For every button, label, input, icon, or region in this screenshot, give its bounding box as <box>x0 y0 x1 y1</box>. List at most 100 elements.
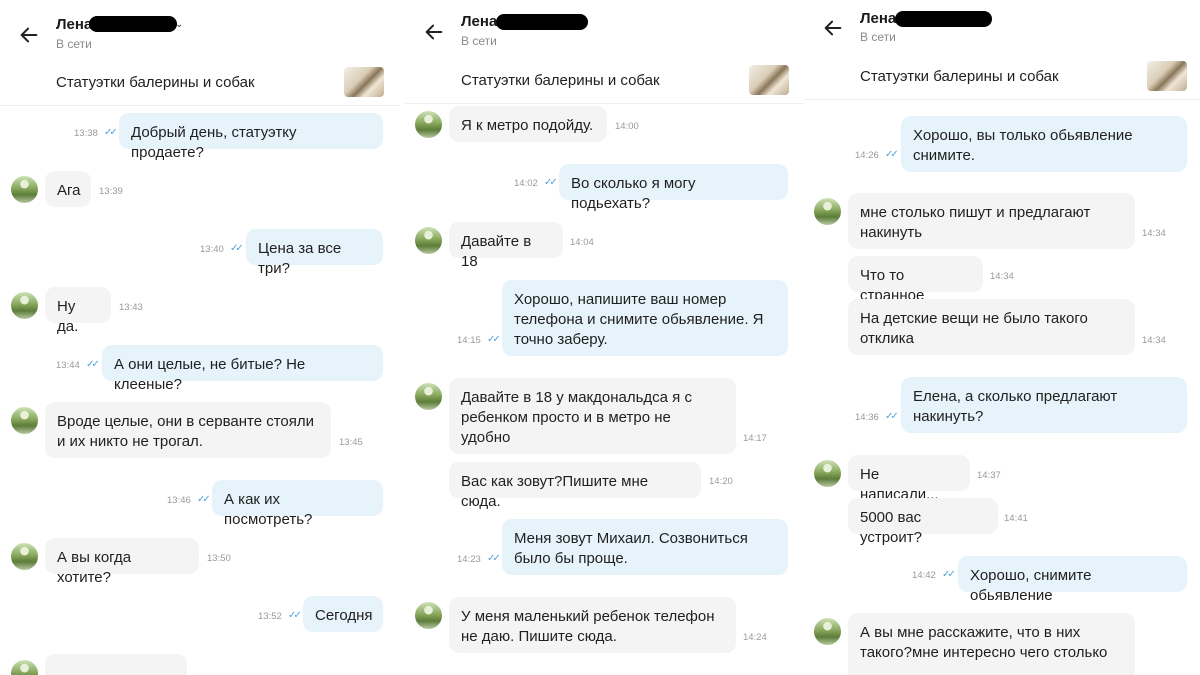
message-time: 14:20 <box>709 476 733 487</box>
contact-status: В сети <box>860 30 896 44</box>
read-ticks-icon: ✓✓ <box>487 553 501 564</box>
message-incoming[interactable]: У меня маленький ребенок телефон не даю.… <box>449 597 736 653</box>
contact-avatar[interactable] <box>11 176 38 203</box>
message-incoming-partial[interactable] <box>45 654 187 675</box>
message-time: 14:15 <box>457 335 481 346</box>
listing-bar[interactable]: Статуэтки балерины и собак <box>804 54 1200 100</box>
contact-avatar[interactable] <box>814 198 841 225</box>
message-time: 14:37 <box>977 470 1001 481</box>
back-arrow-icon[interactable] <box>18 24 44 50</box>
message-incoming[interactable]: Вроде целые, они в серванте стояли и их … <box>45 402 331 458</box>
message-time: 14:36 <box>855 412 879 423</box>
back-arrow-icon[interactable] <box>423 21 449 47</box>
message-incoming[interactable]: А вы когда хотите? <box>45 538 199 586</box>
message-outgoing[interactable]: Сегодня <box>303 596 383 632</box>
contact-avatar[interactable] <box>415 383 442 410</box>
message-outgoing[interactable]: Хорошо, снимите обьявление <box>958 556 1187 604</box>
contact-name: Лена <box>56 16 93 33</box>
message-incoming[interactable]: Не написали... <box>848 455 970 503</box>
chat-panel-2: Лена В сети Статуэтки балерины и собак Я… <box>405 0 805 675</box>
chevron-down-icon[interactable]: ⌄ <box>175 19 183 30</box>
message-incoming[interactable]: Вас как зовут?Пишите мне сюда. <box>449 462 701 510</box>
message-time: 14:26 <box>855 150 879 161</box>
message-time: 14:17 <box>743 433 767 444</box>
read-ticks-icon: ✓✓ <box>885 411 899 422</box>
message-outgoing[interactable]: Елена, а сколько предлагают накинуть? <box>901 377 1187 433</box>
message-time: 13:43 <box>119 302 143 313</box>
read-ticks-icon: ✓✓ <box>104 127 118 138</box>
chat-panel-3: Лена В сети Статуэтки балерины и собак 1… <box>804 0 1200 675</box>
chat-header: Лена В сети <box>405 0 805 58</box>
message-incoming[interactable]: Давайте в 18 у макдональдса я с ребенком… <box>449 378 736 454</box>
chat-panel-1: Лена ⌄ В сети Статуэтки балерины и собак… <box>0 0 400 675</box>
redacted-surname <box>496 14 588 30</box>
chat-header: Лена В сети <box>804 0 1200 58</box>
message-time: 14:34 <box>1142 335 1166 346</box>
message-time: 14:34 <box>1142 228 1166 239</box>
contact-name: Лена <box>860 10 897 27</box>
message-time: 13:38 <box>74 128 98 139</box>
message-time: 14:02 <box>514 178 538 189</box>
message-time: 13:39 <box>99 186 123 197</box>
message-incoming[interactable]: Давайте в 18 <box>449 222 563 270</box>
message-incoming[interactable]: Я к метро подойду. <box>449 106 607 142</box>
contact-avatar[interactable] <box>415 227 442 254</box>
listing-thumbnail[interactable] <box>344 67 384 97</box>
listing-thumbnail[interactable] <box>749 65 789 95</box>
message-outgoing[interactable]: Меня зовут Михаил. Созвониться было бы п… <box>502 519 788 575</box>
contact-avatar[interactable] <box>814 460 841 487</box>
read-ticks-icon: ✓✓ <box>942 569 956 580</box>
message-incoming[interactable]: А вы мне расскажите, что в них такого?мн… <box>848 613 1135 675</box>
contact-avatar[interactable] <box>11 407 38 434</box>
contact-avatar[interactable] <box>814 618 841 645</box>
message-time: 14:00 <box>615 121 639 132</box>
message-outgoing[interactable]: Во сколько я могу подьехать? <box>559 164 788 212</box>
redacted-surname <box>895 11 992 27</box>
contact-avatar[interactable] <box>415 111 442 138</box>
message-time: 13:44 <box>56 360 80 371</box>
message-outgoing[interactable]: Хорошо, вы только обьявление снимите. <box>901 116 1187 172</box>
read-ticks-icon: ✓✓ <box>544 177 558 188</box>
listing-thumbnail[interactable] <box>1147 61 1187 91</box>
message-time: 14:24 <box>743 632 767 643</box>
message-time: 14:42 <box>912 570 936 581</box>
message-outgoing[interactable]: А они целые, не битые? Не клееные? <box>102 345 383 393</box>
message-time: 13:40 <box>200 244 224 255</box>
listing-bar[interactable]: Статуэтки балерины и собак <box>405 58 805 104</box>
message-incoming[interactable]: Что то странное <box>848 256 983 304</box>
message-outgoing[interactable]: Цена за все три? <box>246 229 383 277</box>
listing-title: Статуэтки балерины и собак <box>56 74 255 91</box>
message-outgoing[interactable]: Хорошо, напишите ваш номер телефона и сн… <box>502 280 788 356</box>
message-incoming[interactable]: мне столько пишут и предлагают накинуть <box>848 193 1135 249</box>
listing-bar[interactable]: Статуэтки балерины и собак <box>0 60 400 106</box>
message-time: 14:23 <box>457 554 481 565</box>
contact-status: В сети <box>461 34 497 48</box>
message-time: 13:50 <box>207 553 231 564</box>
message-time: 13:46 <box>167 495 191 506</box>
contact-avatar[interactable] <box>11 660 38 675</box>
redacted-surname <box>89 16 177 32</box>
back-arrow-icon[interactable] <box>822 17 848 43</box>
message-time: 13:52 <box>258 611 282 622</box>
read-ticks-icon: ✓✓ <box>230 243 244 254</box>
contact-avatar[interactable] <box>11 543 38 570</box>
read-ticks-icon: ✓✓ <box>197 494 211 505</box>
message-time: 14:04 <box>570 237 594 248</box>
message-incoming[interactable]: 5000 вас устроит? <box>848 498 998 546</box>
message-time: 14:34 <box>990 271 1014 282</box>
contact-avatar[interactable] <box>415 602 442 629</box>
read-ticks-icon: ✓✓ <box>487 334 501 345</box>
message-outgoing[interactable]: А как их посмотреть? <box>212 480 383 528</box>
message-time: 13:45 <box>339 437 363 448</box>
read-ticks-icon: ✓✓ <box>288 610 302 621</box>
message-incoming[interactable]: Ну да. <box>45 287 111 335</box>
message-incoming[interactable]: На детские вещи не было такого отклика <box>848 299 1135 355</box>
message-incoming[interactable]: Ага <box>45 171 91 207</box>
listing-title: Статуэтки балерины и собак <box>461 72 660 89</box>
contact-status: В сети <box>56 37 92 51</box>
chat-header: Лена ⌄ В сети <box>0 0 400 58</box>
contact-name: Лена <box>461 13 498 30</box>
contact-avatar[interactable] <box>11 292 38 319</box>
message-outgoing[interactable]: Добрый день, статуэтку продаете? <box>119 113 383 161</box>
message-time: 14:41 <box>1004 513 1028 524</box>
